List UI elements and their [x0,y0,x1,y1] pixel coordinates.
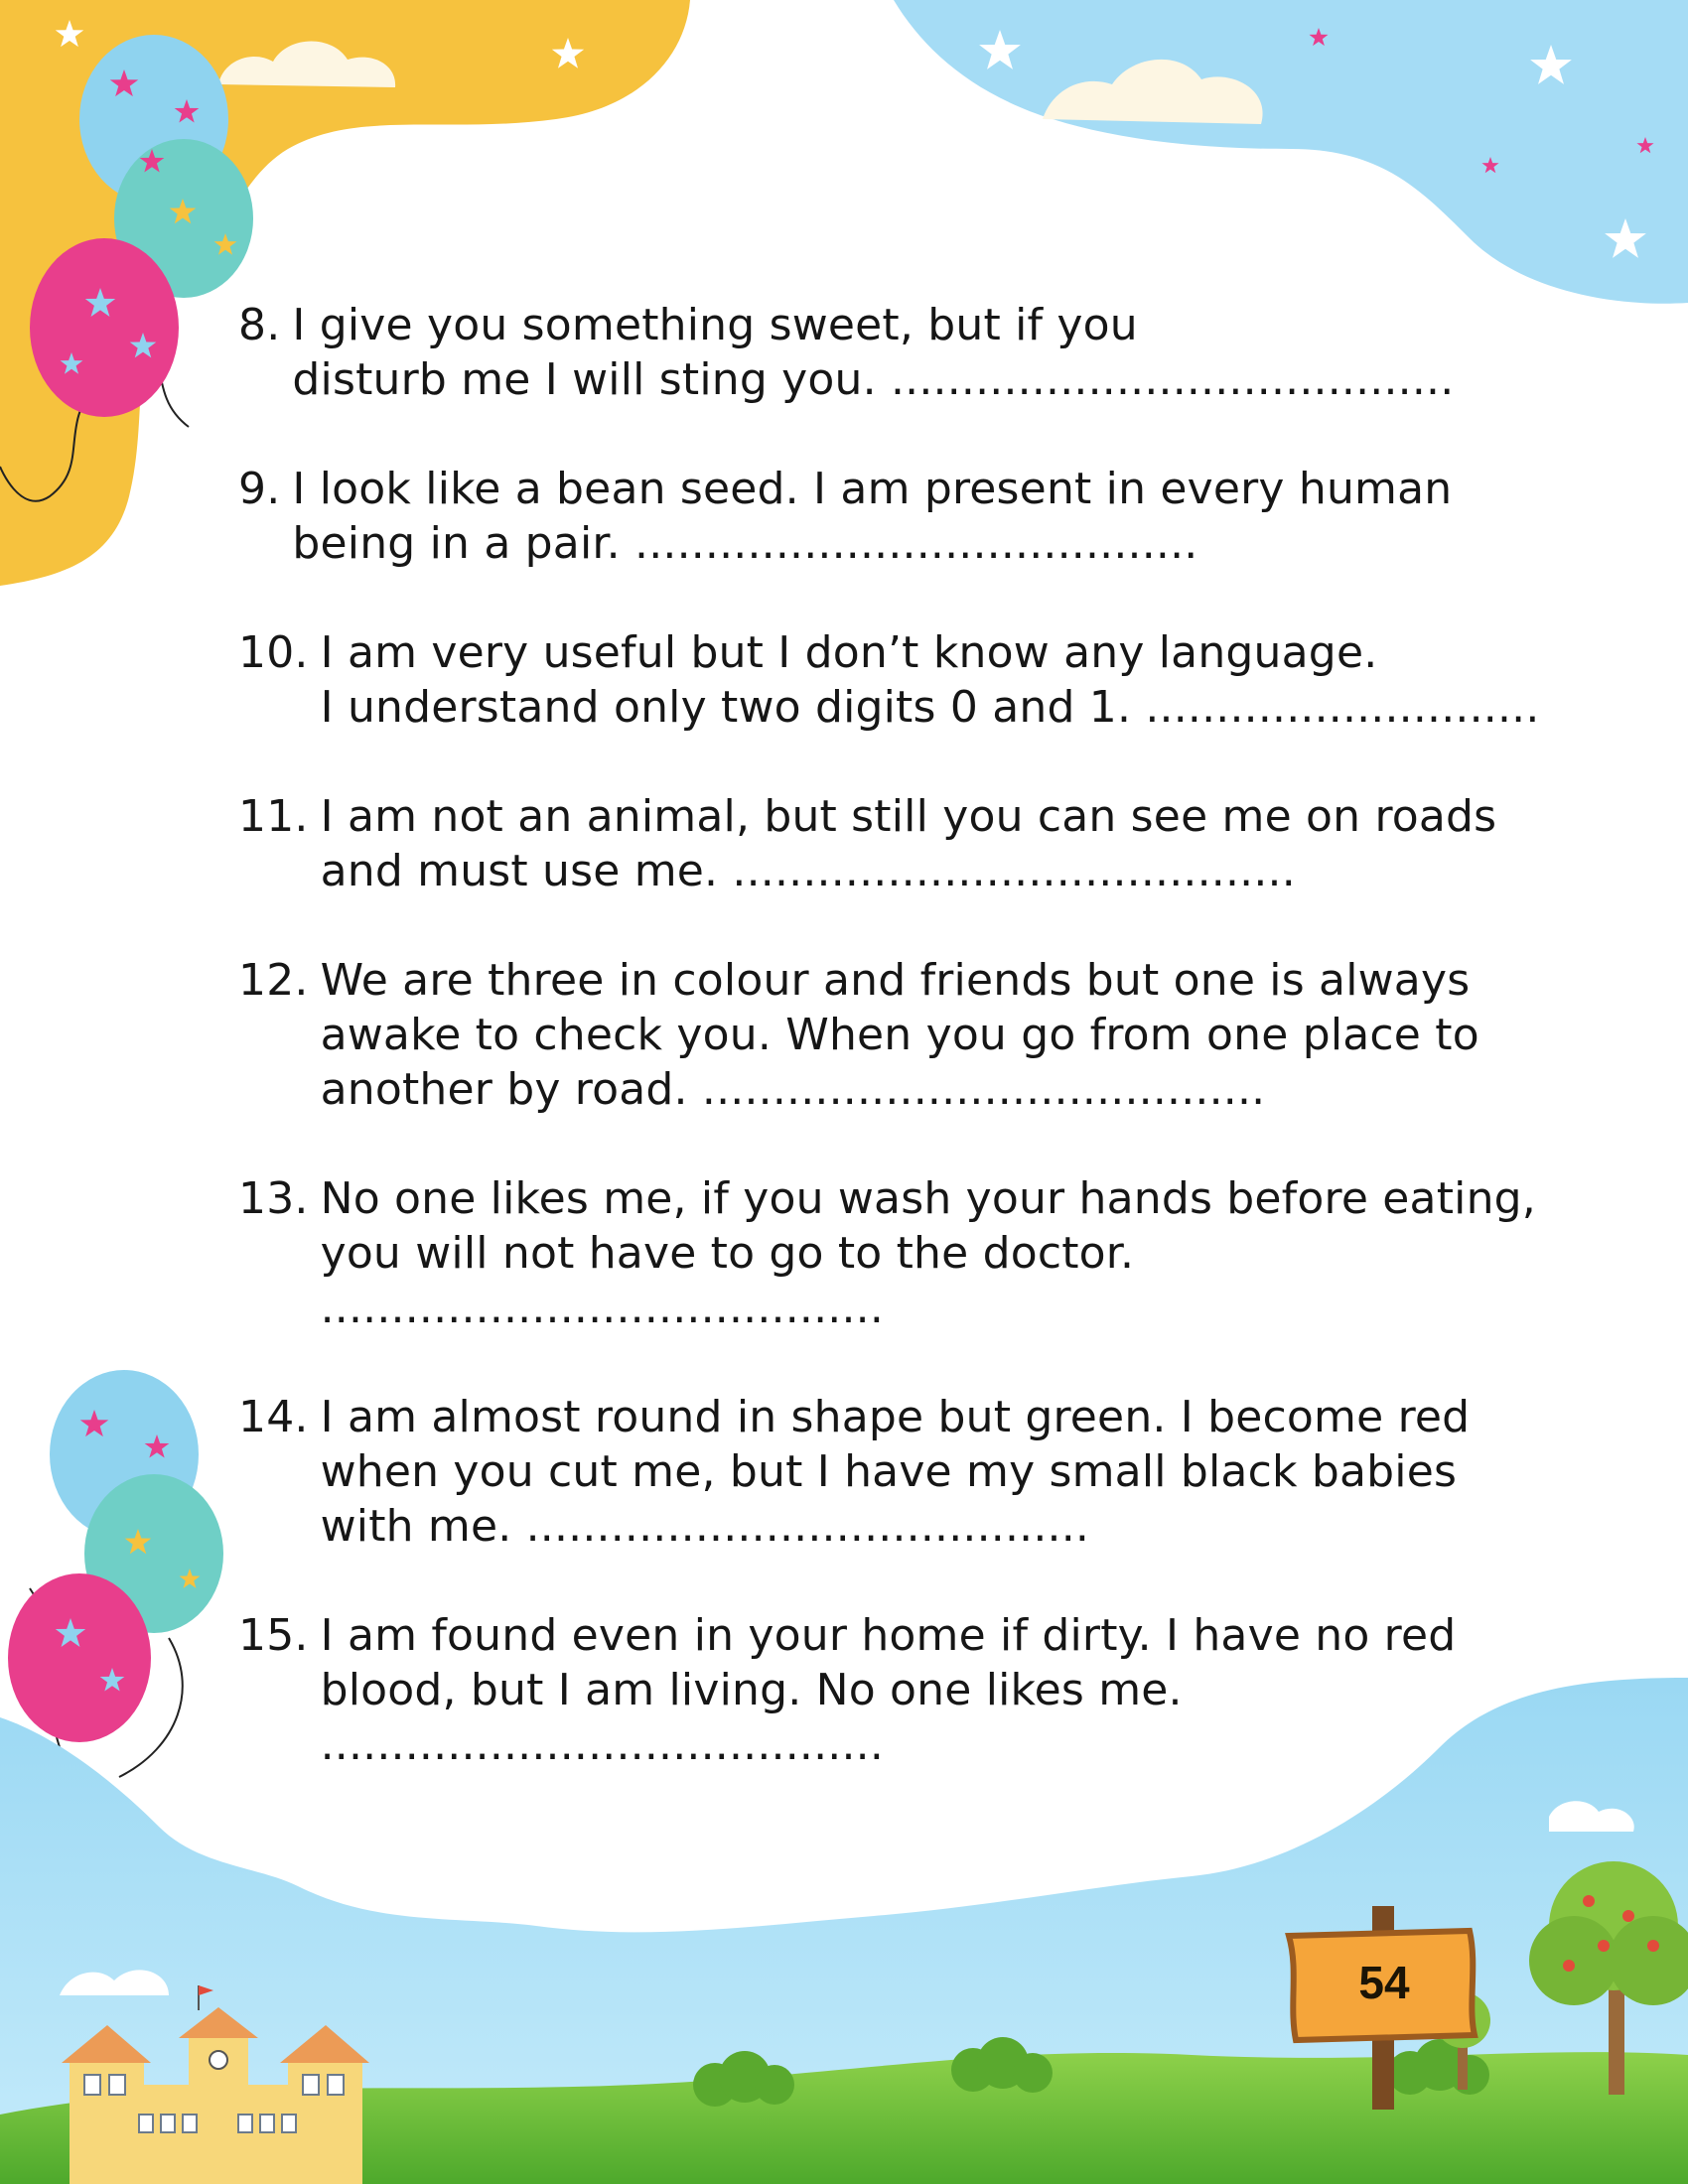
riddle-item: 15. I am found even in your home if dirt… [238,1608,1456,1772]
riddle-text-line: ........................................ [320,1283,885,1333]
riddle-text-line: I understand only two digits 0 and 1. ..… [320,682,1540,733]
riddle-text-line: with me. ...............................… [320,1501,1090,1552]
riddle-item: 11. I am not an animal, but still you ca… [238,789,1496,898]
page-number: 54 [1358,1957,1410,2008]
riddle-text-line: I am almost round in shape but green. I … [320,1392,1471,1442]
riddle-text-line: and must use me. .......................… [320,846,1296,896]
riddle-number: 10. [238,627,309,678]
riddle-number: 11. [238,791,309,842]
riddle-number: 14. [238,1392,309,1442]
riddle-text-line: No one likes me, if you wash your hands … [320,1173,1536,1224]
riddle-item: 12. We are three in colour and friends b… [238,953,1479,1117]
riddle-text-line: when you cut me, but I have my small bla… [320,1446,1458,1497]
riddle-number: 13. [238,1173,309,1224]
riddle-text-line: We are three in colour and friends but o… [320,955,1471,1006]
riddle-text-line: ........................................ [320,1719,885,1770]
riddle-number: 12. [238,955,309,1006]
riddle-item: 8. I give you something sweet, but if yo… [238,298,1454,407]
riddle-item: 10. I am very useful but I don’t know an… [238,625,1540,735]
riddle-text-line: I am found even in your home if dirty. I… [320,1610,1457,1661]
riddle-text-line: another by road. .......................… [320,1064,1266,1115]
riddle-number: 8. [238,300,281,350]
riddle-item: 14. I am almost round in shape but green… [238,1390,1470,1554]
riddle-text-line: I look like a bean seed. I am present in… [292,464,1453,514]
riddle-text-line: I give you something sweet, but if you [292,300,1138,350]
riddle-text-line: I am very useful but I don’t know any la… [320,627,1378,678]
riddle-text-line: awake to check you. When you go from one… [320,1010,1479,1060]
riddle-number: 15. [238,1610,309,1661]
riddle-item: 9. I look like a bean seed. I am present… [238,462,1452,571]
riddle-text-line: you will not have to go to the doctor. [320,1228,1135,1279]
riddle-text-line: blood, but I am living. No one likes me. [320,1665,1183,1715]
riddle-text-line: being in a pair. .......................… [292,518,1198,569]
riddle-number: 9. [238,464,281,514]
riddle-item: 13. No one likes me, if you wash your ha… [238,1171,1536,1335]
riddle-text-line: disturb me I will sting you. ...........… [292,354,1455,405]
balloons-mid-left [8,1370,223,1778]
riddle-text-line: I am not an animal, but still you can se… [320,791,1497,842]
